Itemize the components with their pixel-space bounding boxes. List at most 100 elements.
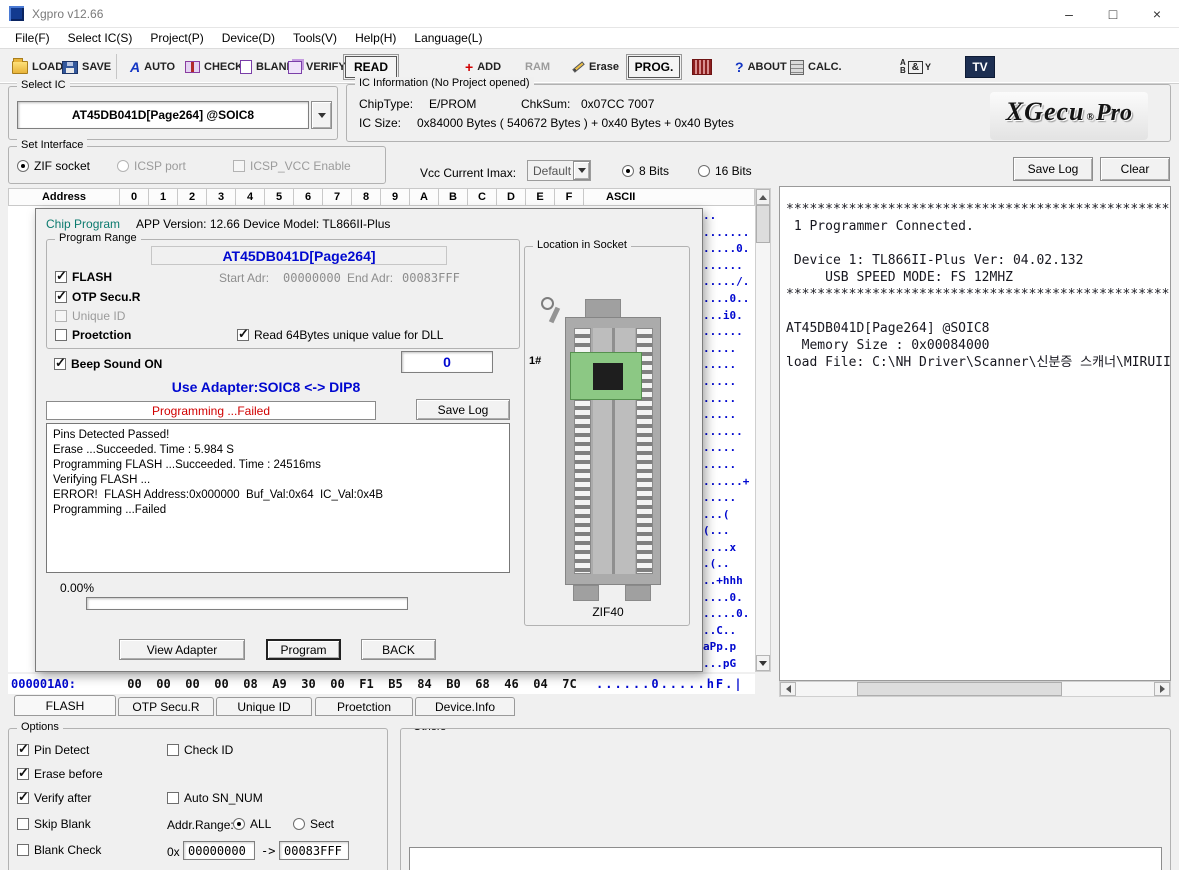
maximize-button[interactable]: □ [1091, 0, 1135, 28]
menu-item-tools[interactable]: Tools(V) [284, 29, 346, 47]
add-button[interactable]: + ADD [465, 56, 501, 78]
hex-prefix-label: 0x [167, 845, 180, 859]
program-button[interactable]: Program [266, 639, 341, 660]
menu-item-file[interactable]: File(F) [6, 29, 59, 47]
save-button[interactable]: SAVE [62, 56, 111, 78]
vcc-dropdown-button[interactable] [573, 161, 590, 180]
open-folder-icon [12, 61, 28, 74]
prog-button[interactable]: PROG. [628, 56, 680, 78]
check-id-button[interactable]: CHECK [185, 56, 243, 78]
menu-item-language[interactable]: Language(L) [405, 29, 491, 47]
erase-before-checkbox[interactable]: Erase before [17, 767, 103, 781]
range-end-input[interactable] [279, 841, 349, 860]
view-adapter-button[interactable]: View Adapter [119, 639, 245, 660]
check-id-checkbox[interactable]: Check ID [167, 743, 233, 757]
load-button[interactable]: LOAD [12, 56, 63, 78]
scroll-thumb[interactable] [857, 682, 1062, 696]
tab-protection[interactable]: Proetction [315, 697, 413, 716]
scroll-down-button[interactable] [756, 655, 770, 671]
tv-label: TV [972, 60, 987, 74]
scroll-left-button[interactable] [780, 682, 796, 696]
close-button[interactable]: × [1135, 0, 1179, 28]
menu-item-device[interactable]: Device(D) [213, 29, 284, 47]
adapter-board [570, 352, 642, 400]
horizontal-scrollbar[interactable] [779, 681, 1171, 697]
verify-button[interactable]: VERIFY [288, 56, 346, 78]
dialog-title: Chip Program [46, 217, 120, 231]
ic-info-legend: IC Information (No Project opened) [355, 77, 534, 89]
protection-checkbox[interactable]: Proetction [55, 328, 131, 342]
erase-button[interactable]: Erase [572, 56, 619, 78]
xgpro-window: Xgpro v12.66 – □ × File(F) Select IC(S) … [0, 0, 1179, 870]
close-icon: × [1153, 6, 1161, 22]
erase-before-label: Erase before [34, 767, 103, 781]
tab-device-info[interactable]: Device.Info [415, 697, 515, 716]
chiptype-label: ChipType: [359, 97, 413, 111]
otp-secur-checkbox[interactable]: OTP Secu.R [55, 290, 140, 304]
logo-pro-text: Pro [1096, 100, 1132, 127]
logic-operations-button[interactable]: A B & Y [900, 56, 931, 78]
blank-page-icon [240, 60, 252, 74]
tab-unique-id[interactable]: Unique ID [216, 697, 312, 716]
blank-button[interactable]: BLANK [240, 56, 295, 78]
tv-button[interactable]: TV [965, 56, 995, 78]
ic-combobox[interactable]: AT45DB041D[Page264] @SOIC8 [17, 101, 309, 129]
others-legend: Others [409, 728, 450, 733]
otp-secur-label: OTP Secu.R [72, 290, 140, 304]
scroll-thumb[interactable] [756, 205, 770, 243]
dialog-save-log-button[interactable]: Save Log [416, 399, 510, 420]
16bits-radio[interactable]: 16 Bits [698, 164, 752, 178]
skip-blank-checkbox[interactable]: Skip Blank [17, 817, 91, 831]
addr-range-sect-radio[interactable]: Sect [293, 817, 334, 831]
back-button[interactable]: BACK [361, 639, 436, 660]
select-ic-group: Select IC AT45DB041D[Page264] @SOIC8 [8, 86, 338, 140]
zif-socket-radio[interactable]: ZIF socket [17, 159, 90, 173]
tab-flash[interactable]: FLASH [14, 695, 116, 716]
hex-col-header: B [439, 188, 468, 206]
program-label: Program [280, 643, 326, 657]
calc-button[interactable]: CALC. [790, 56, 842, 78]
vcc-current-select[interactable]: Default [527, 160, 591, 181]
hex-row: 000001A0: 00 00 00 00 08 A9 30 00 F1 B5 … [8, 674, 755, 694]
flash-checkbox[interactable]: FLASH [55, 270, 112, 284]
chevron-down-icon [318, 113, 326, 118]
program-log: Pins Detected Passed! Erase ...Succeeded… [46, 423, 510, 573]
minimize-button[interactable]: – [1047, 0, 1091, 28]
save-log-label: Save Log [1028, 162, 1079, 176]
addr-range-all-radio[interactable]: ALL [233, 817, 271, 831]
verify-after-checkbox[interactable]: Verify after [17, 791, 91, 805]
console-panel: ****************************************… [779, 186, 1171, 681]
checkbox-box [237, 329, 249, 341]
combo-dropdown-button[interactable] [311, 101, 332, 129]
range-start-input[interactable] [183, 841, 255, 860]
menu-item-project[interactable]: Project(P) [141, 29, 212, 47]
scroll-up-button[interactable] [756, 189, 770, 205]
read-button[interactable]: READ [345, 56, 397, 78]
ram-label: RAM [525, 61, 550, 73]
logic-y-label: Y [925, 62, 931, 72]
tab-otp-secur[interactable]: OTP Secu.R [118, 697, 214, 716]
save-log-button[interactable]: Save Log [1013, 157, 1093, 181]
save-label: SAVE [82, 61, 111, 73]
vertical-scrollbar[interactable] [755, 188, 771, 672]
zif-socket-graphic [565, 317, 661, 585]
auto-sn-checkbox[interactable]: Auto SN_NUM [167, 791, 263, 805]
unique-id-label: Unique ID [72, 309, 125, 323]
auto-button[interactable]: A AUTO [130, 56, 175, 78]
blank-check-checkbox[interactable]: Blank Check [17, 843, 101, 857]
clear-button[interactable]: Clear [1100, 157, 1170, 181]
tab-label: FLASH [46, 699, 85, 713]
read64-checkbox[interactable]: Read 64Bytes unique value for DLL [237, 328, 443, 342]
menu-item-help[interactable]: Help(H) [346, 29, 405, 47]
about-button[interactable]: ? ABOUT [735, 56, 787, 78]
burn-button[interactable] [692, 56, 712, 78]
count-value: 0 [443, 354, 451, 370]
scroll-right-button[interactable] [1154, 682, 1170, 696]
auto-label: AUTO [144, 61, 175, 73]
hex-byte: B0 [439, 677, 468, 691]
menu-item-select-ic[interactable]: Select IC(S) [59, 29, 142, 47]
beep-checkbox[interactable]: Beep Sound ON [54, 357, 162, 371]
arrow-down-icon [759, 661, 767, 666]
pin-detect-checkbox[interactable]: Pin Detect [17, 743, 89, 757]
8bits-radio[interactable]: 8 Bits [622, 164, 669, 178]
